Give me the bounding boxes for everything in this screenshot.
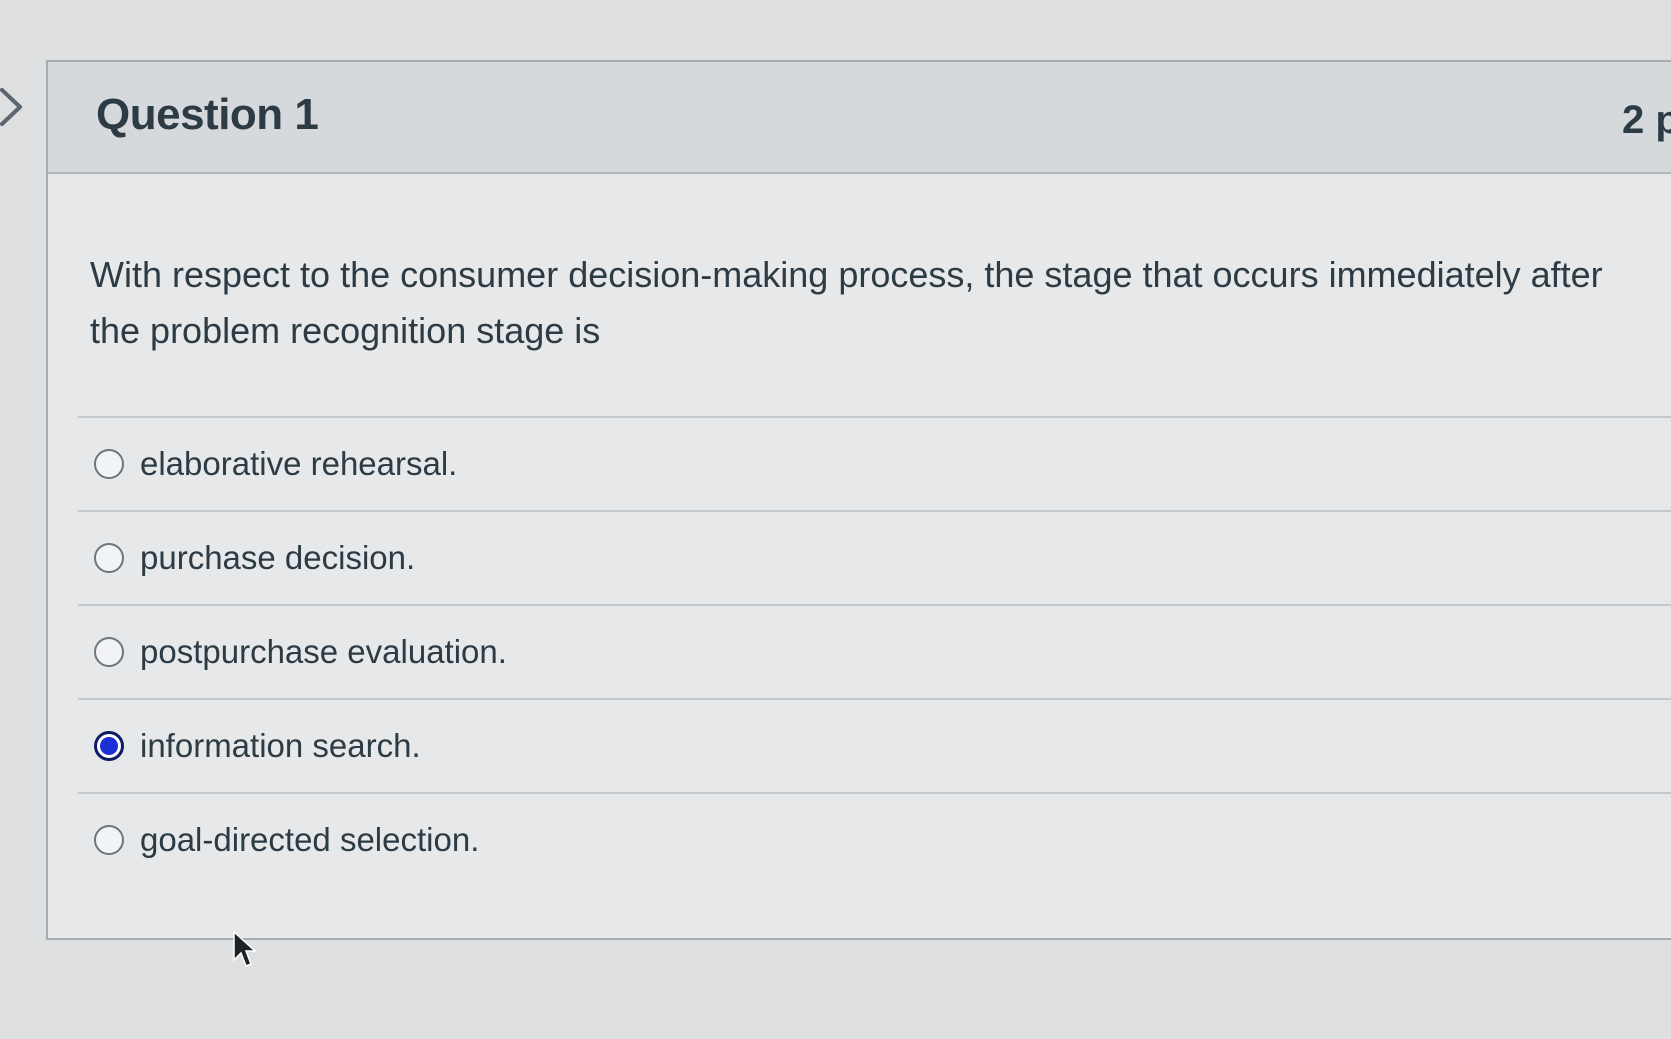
mouse-pointer-icon (233, 930, 257, 967)
answer-option[interactable]: goal-directed selection. (78, 792, 1671, 886)
answer-option[interactable]: elaborative rehearsal. (78, 416, 1671, 510)
radio-button[interactable] (94, 543, 124, 573)
answer-option-selected[interactable]: information search. (78, 698, 1671, 792)
question-title: Question 1 (96, 90, 319, 139)
question-card: Question 1 2 p With respect to the consu… (46, 60, 1671, 940)
radio-button-selected[interactable] (94, 731, 124, 761)
question-header: Question 1 2 p (48, 62, 1671, 174)
answer-label: elaborative rehearsal. (140, 445, 458, 482)
radio-button[interactable] (94, 637, 124, 667)
radio-button[interactable] (94, 825, 124, 855)
question-points: 2 p (1622, 98, 1671, 142)
answer-option[interactable]: purchase decision. (78, 510, 1671, 604)
answer-list: elaborative rehearsal. purchase decision… (78, 416, 1671, 886)
question-text: With respect to the consumer decision-ma… (90, 254, 1603, 351)
answer-label: goal-directed selection. (140, 821, 480, 858)
answer-option[interactable]: postpurchase evaluation. (78, 604, 1671, 698)
radio-button[interactable] (94, 449, 124, 479)
chevron-right-icon[interactable] (0, 86, 26, 128)
answer-label: purchase decision. (140, 539, 416, 576)
answer-label: postpurchase evaluation. (140, 633, 507, 670)
answer-label: information search. (140, 727, 421, 764)
